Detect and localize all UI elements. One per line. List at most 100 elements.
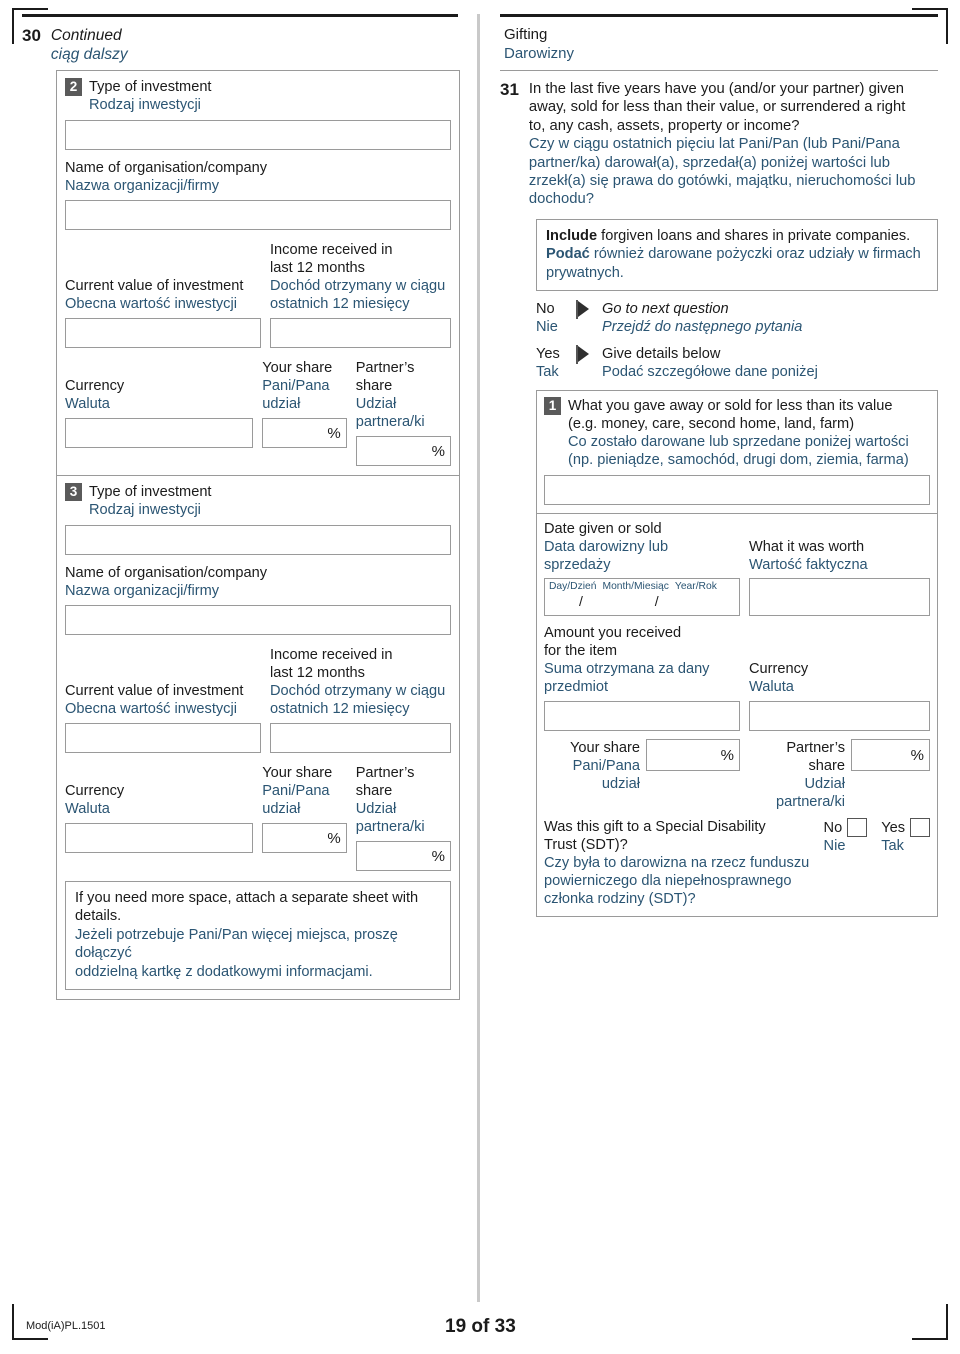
investment-3-type-input[interactable] <box>65 525 451 555</box>
answer-yes-action-en: Give details below <box>602 346 721 363</box>
investment-3-your-share-pl-2: udział <box>262 801 301 817</box>
percent-symbol: % <box>910 746 924 764</box>
investment-2-org-input[interactable] <box>65 200 451 230</box>
amount-received-input[interactable] <box>544 701 740 732</box>
worth-input[interactable] <box>749 578 930 617</box>
gift-1-description-input[interactable] <box>544 475 930 506</box>
investment-2-type-en: Type of investment <box>89 79 212 95</box>
investment-3-partner-share-input[interactable]: % <box>355 841 451 871</box>
sdt-no-checkbox[interactable] <box>847 818 868 838</box>
gift-1-label-row: 1 What you gave away or sold for less th… <box>544 397 930 469</box>
investment-2-your-share-input[interactable]: % <box>262 418 347 448</box>
percent-symbol: % <box>431 847 445 865</box>
date-month-label: Month/Miesiąc <box>602 581 669 593</box>
investment-3-current-value-input[interactable] <box>65 723 261 753</box>
date-given-input[interactable]: Day/Dzień Month/Miesiąc Year/Rok / / <box>544 578 740 617</box>
gift-your-share-input[interactable]: % <box>646 739 740 772</box>
sdt-no-en: No <box>823 819 843 836</box>
investment-3-currency-input[interactable] <box>65 823 254 853</box>
investment-2-currency-input[interactable] <box>65 418 254 448</box>
footer-page-number: 19 of 33 <box>445 1316 516 1337</box>
gift-detail-panel-1: 1 What you gave away or sold for less th… <box>536 390 938 515</box>
sdt-yes-en: Yes <box>881 819 905 836</box>
right-column: Gifting Darowizny 31 In the last five ye… <box>500 14 938 918</box>
include-note-pl-bold: Podać <box>546 246 590 263</box>
investment-3-income-en-2: last 12 months <box>270 665 365 681</box>
investment-2-income-en-1: Income received in <box>270 242 393 258</box>
investment-3-income-pl-1: Dochód otrzymany w ciągu <box>270 683 446 699</box>
gift-partner-share-input[interactable]: % <box>851 739 930 772</box>
investment-2-current-value-en: Current value of investment <box>65 278 244 294</box>
investment-3-type-en: Type of investment <box>89 484 212 500</box>
gift-your-share-pl-2: udział <box>601 776 640 793</box>
date-given-pl-2: sprzedaży <box>544 557 611 574</box>
question-30-number: 30 <box>22 26 41 45</box>
question-31-pl-3: zrzekł(a) się prawa do gotówki, majątku,… <box>528 173 916 190</box>
question-31-pl-2: partner/ka) darował(a), sprzedał(a) poni… <box>528 154 890 171</box>
question-31-en-1: In the last five years have you (and/or … <box>528 81 904 97</box>
investment-3-current-value-pl: Obecna wartość inwestycji <box>65 701 237 717</box>
more-space-pl-2: oddzielną kartkę z dodatkowymi informacj… <box>75 963 373 980</box>
investment-3-currency-en: Currency <box>65 783 125 799</box>
investment-2-partner-share-pl-2: partnera/ki <box>355 414 425 430</box>
sdt-question-pl-1: Czy była to darowizna na rzecz funduszu <box>544 855 810 872</box>
include-note-en-rest: forgiven loans and shares in private com… <box>597 227 911 244</box>
gifting-title-pl: Darowizny <box>504 44 575 62</box>
answer-yes-row: Yes Tak Give details below Podać szczegó… <box>536 345 938 381</box>
gift-your-share-pl-1: Pani/Pana <box>572 758 640 775</box>
investment-2-type-label-row: 2 Type of investment Rodzaj inwestycji <box>65 78 451 114</box>
answer-no-checkbox[interactable] <box>576 300 589 320</box>
answer-yes-checkbox[interactable] <box>576 345 589 365</box>
answer-yes-en: Yes <box>536 346 560 363</box>
question-31-en-3: to, any cash, assets, property or income… <box>528 117 800 134</box>
item-number-badge-1: 1 <box>544 397 561 416</box>
investment-2-partner-share-pl-1: Udział <box>355 396 397 412</box>
footer-form-code: Mod(iA)PL.1501 <box>26 1320 106 1332</box>
amount-received-pl-1: Suma otrzymana za dany <box>544 661 710 678</box>
gifting-section-rule <box>500 70 938 71</box>
investment-2-partner-share-input[interactable]: % <box>355 436 451 466</box>
percent-symbol: % <box>720 746 734 764</box>
investment-2-current-value-pl: Obecna wartość inwestycji <box>65 296 237 312</box>
include-note-en-bold: Include <box>546 227 598 244</box>
answer-yes-pl: Tak <box>536 364 559 381</box>
investment-2-partner-share-en: Partner’s share <box>355 360 415 394</box>
investment-3-your-share-pl-1: Pani/Pana <box>262 783 330 799</box>
sdt-yes-checkbox[interactable] <box>910 818 930 838</box>
investment-2-current-value-input[interactable] <box>65 318 261 348</box>
investment-3-partner-share-en: Partner’s share <box>355 765 415 799</box>
gifting-section-title: Gifting Darowizny <box>500 26 938 63</box>
gift-1-desc-en-1: What you gave away or sold for less than… <box>568 398 893 415</box>
investment-3-org-input[interactable] <box>65 605 451 635</box>
investment-2-income-pl-2: ostatnich 12 miesięcy <box>270 296 410 312</box>
gifting-title-en: Gifting <box>504 26 548 43</box>
answer-no-action-en: Go to next question <box>602 301 729 318</box>
gift-currency-input[interactable] <box>749 701 930 732</box>
investment-3-partner-share-pl-1: Udział <box>355 801 397 817</box>
question-31-en-2: away, sold for less than their value, or… <box>528 99 906 116</box>
investment-2-income-input[interactable] <box>270 318 451 348</box>
investment-3-income-input[interactable] <box>270 723 451 753</box>
investment-2-type-pl: Rodzaj inwestycji <box>89 97 201 113</box>
answer-yes-action-pl: Podać szczegółowe dane poniżej <box>602 364 818 381</box>
investment-2-your-share-en: Your share <box>262 360 333 376</box>
question-30-continued-pl: ciąg dalszy <box>50 46 128 63</box>
investment-item-3-panel: 3 Type of investment Rodzaj inwestycji N… <box>56 476 460 1001</box>
date-day-label: Day/Dzień <box>549 581 597 593</box>
investment-3-your-share-input[interactable]: % <box>262 823 347 853</box>
question-30-continued-en: Continued <box>50 27 122 44</box>
sdt-question-pl-2: powierniczego dla niepełnosprawnego <box>544 873 792 890</box>
right-top-rule <box>500 14 938 17</box>
question-31-number: 31 <box>500 80 519 99</box>
investment-2-currency-en: Currency <box>65 378 125 394</box>
answer-no-en: No <box>536 301 555 318</box>
date-given-en: Date given or sold <box>544 521 662 538</box>
investment-2-type-input[interactable] <box>65 120 451 150</box>
crop-mark-bottom-right <box>912 1304 948 1340</box>
investment-3-partner-share-pl-2: partnera/ki <box>355 819 425 835</box>
answer-no-pl: Nie <box>536 319 558 336</box>
amount-received-en-2: for the item <box>544 643 617 660</box>
question-31-pl-4: dochodu? <box>528 191 594 208</box>
date-given-pl-1: Data darowizny lub <box>544 539 669 556</box>
percent-symbol: % <box>327 424 341 442</box>
